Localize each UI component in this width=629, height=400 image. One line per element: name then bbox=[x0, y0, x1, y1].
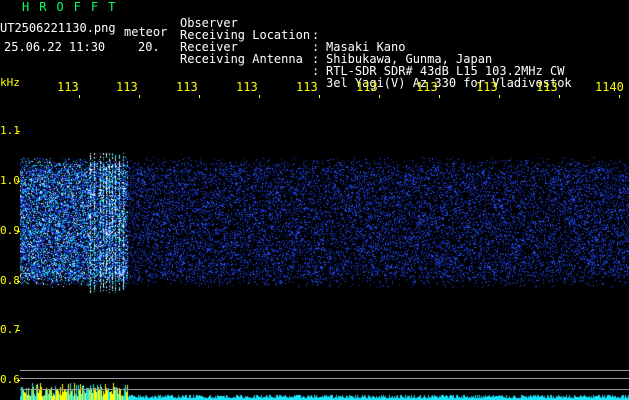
date-time: 25.06.22 11:30 bbox=[4, 40, 106, 54]
antenna-label: Receiving Antenna bbox=[180, 52, 303, 66]
reference-line bbox=[20, 389, 629, 390]
x-tick-label: 113 bbox=[476, 80, 498, 94]
location-row: Receiving Location : Shibukawa, Gunma, J… bbox=[180, 17, 492, 65]
x-tick-label: 113 bbox=[296, 80, 318, 94]
reference-line bbox=[20, 378, 629, 379]
x-tick-label: 113 bbox=[57, 80, 79, 94]
receiver-row: Receiver : RTL-SDR SDR# 43dB L15 103.2MH… bbox=[180, 29, 564, 77]
y-tick-label: 0.7 bbox=[0, 323, 20, 336]
y-tick-label: 0.6 bbox=[0, 373, 20, 386]
y-axis-unit: kHz bbox=[0, 76, 20, 89]
observer-row: Observer : Masaki Kano bbox=[180, 5, 405, 53]
antenna-row: Receiving Antenna : 3el Yagi(V) Az 330 f… bbox=[180, 41, 572, 89]
x-tick-label: 113 bbox=[236, 80, 258, 94]
y-tick-label: 1.1 bbox=[0, 124, 20, 137]
reference-line bbox=[20, 370, 629, 371]
interval-value: 20. bbox=[138, 40, 160, 54]
waterfall-canvas bbox=[20, 98, 629, 400]
x-tick-label: 113 bbox=[176, 80, 198, 94]
x-tick-label: 113 bbox=[416, 80, 438, 94]
station-info: Observer : Masaki Kano Receiving Locatio… bbox=[180, 5, 572, 89]
x-tick-label: 113 bbox=[116, 80, 138, 94]
app-title: HROFFT bbox=[22, 0, 126, 14]
file-name: UT2506221130.png bbox=[0, 21, 116, 35]
event-tag: meteor bbox=[124, 25, 168, 39]
y-tick-label: 0.8 bbox=[0, 274, 20, 287]
separator: : bbox=[312, 64, 320, 78]
x-tick-label: 1140 bbox=[595, 80, 624, 94]
x-tick-label: 113 bbox=[356, 80, 378, 94]
spectrogram-plot bbox=[20, 98, 629, 400]
x-tick-label: 113 bbox=[536, 80, 558, 94]
y-tick-label: 1.0 bbox=[0, 174, 20, 187]
y-tick-label: 0.9 bbox=[0, 224, 20, 237]
